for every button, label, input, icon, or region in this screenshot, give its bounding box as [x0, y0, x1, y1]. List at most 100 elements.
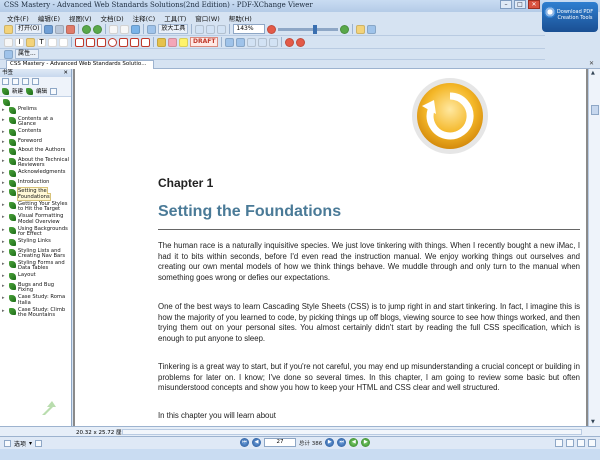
bookmark-item[interactable]: ▸ Styling Lists and Creating Nav Bars — [0, 248, 71, 260]
menu-document[interactable]: 文档(D) — [101, 13, 124, 23]
single-page-view-icon[interactable] — [555, 439, 563, 447]
minimize-button[interactable]: – — [500, 0, 512, 9]
expand-arrow-icon[interactable]: ▸ — [2, 249, 5, 255]
collapse-all-icon[interactable] — [12, 78, 19, 85]
hand-icon[interactable] — [4, 37, 13, 47]
document-viewport[interactable]: Chapter 1 Setting the Foundations The hu… — [73, 69, 600, 426]
link-icon[interactable] — [296, 37, 306, 47]
menu-comments[interactable]: 注释(C) — [133, 13, 156, 23]
expand-arrow-icon[interactable]: ▸ — [2, 308, 5, 314]
layout-icon[interactable] — [35, 440, 43, 447]
previous-page-button[interactable]: ◀ — [252, 438, 261, 447]
single-page-icon[interactable] — [367, 24, 377, 34]
options-button[interactable]: 选项 — [14, 439, 26, 448]
menu-file[interactable]: 文件(F) — [7, 13, 29, 23]
comment-icon[interactable] — [285, 37, 295, 47]
close-panel-icon[interactable]: ✕ — [63, 69, 68, 77]
bookmark-options-icon[interactable] — [50, 87, 58, 95]
menu-edit[interactable]: 编辑(E) — [38, 13, 60, 23]
sticky-note-icon[interactable] — [26, 37, 35, 47]
open-folder-icon[interactable] — [4, 24, 13, 34]
polyline-icon[interactable] — [130, 37, 139, 47]
bookmark-item[interactable]: ▸ Getting Your Styles to Hit the Target — [0, 201, 71, 213]
snapshot-icon[interactable] — [131, 24, 141, 34]
zoom-slider[interactable] — [278, 24, 339, 34]
menu-tools[interactable]: 工具(T) — [164, 13, 186, 23]
bookmark-item[interactable]: ▸ Visual Formatting Model Overview — [0, 213, 71, 225]
zoom-slider-handle[interactable] — [313, 24, 318, 34]
expand-arrow-icon[interactable]: ▸ — [2, 158, 5, 164]
vertical-scrollbar[interactable]: ▲ ▼ — [588, 69, 600, 426]
open-button[interactable]: 打开(O) — [15, 24, 43, 34]
bookmark-item[interactable]: ▸ About the Technical Reviewers — [0, 157, 71, 169]
bookmark-item[interactable]: ▸ Prelims — [0, 106, 71, 115]
zoom-tool-button[interactable]: 放大工具 — [158, 24, 189, 34]
menu-view[interactable]: 视图(V) — [69, 13, 92, 23]
expand-all-icon[interactable] — [2, 78, 9, 85]
new-bookmark-button[interactable]: 新建 — [12, 87, 23, 95]
bookmark-item[interactable]: ▸ Bugs and Bug Fixing — [0, 282, 71, 294]
bookmark-item[interactable]: ▸ Setting the Foundations — [0, 187, 71, 201]
properties-icon[interactable] — [4, 49, 13, 59]
bookmark-item[interactable]: ▸ Acknowledgments — [0, 169, 71, 178]
forward-icon[interactable] — [93, 24, 103, 34]
expand-arrow-icon[interactable]: ▸ — [2, 295, 5, 301]
scroll-up-icon[interactable]: ▲ — [591, 70, 595, 76]
pdf-creation-tools-badge[interactable]: Download PDF Creation Tools — [542, 2, 598, 32]
bookmark-item[interactable]: ▸ Using Backgrounds for Effect — [0, 226, 71, 238]
expand-arrow-icon[interactable]: ▸ — [2, 273, 5, 279]
cloud-icon[interactable] — [141, 37, 150, 47]
oval-icon[interactable] — [108, 37, 117, 47]
bookmark-item[interactable]: ▸ About the Authors — [0, 147, 71, 156]
bookmark-item[interactable]: ▸ Foreword — [0, 138, 71, 147]
eraser-icon[interactable] — [168, 37, 177, 47]
typewriter-icon[interactable]: T — [37, 37, 46, 47]
expand-arrow-icon[interactable]: ▸ — [2, 180, 5, 186]
arrow-icon[interactable] — [86, 37, 95, 47]
expand-arrow-icon[interactable]: ▸ — [2, 148, 5, 154]
expand-arrow-icon[interactable]: ▸ — [2, 170, 5, 176]
continuous-facing-view-icon[interactable] — [588, 439, 596, 447]
line-icon[interactable] — [75, 37, 84, 47]
bookmark-item[interactable]: ▸ Contents at a Glance — [0, 116, 71, 128]
menu-help[interactable]: 帮助(H) — [229, 13, 252, 23]
text-select-icon[interactable]: I — [15, 37, 24, 47]
bookmark-item[interactable]: ▸ Case Study: Climb the Mountains — [0, 307, 71, 319]
first-page-button[interactable]: ⏮ — [240, 438, 249, 447]
zoom-out-icon[interactable] — [267, 24, 277, 34]
perimeter-icon[interactable] — [258, 37, 268, 47]
save-icon[interactable] — [44, 24, 54, 34]
expand-arrow-icon[interactable]: ▸ — [2, 202, 5, 208]
menu-window[interactable]: 窗口(W) — [195, 13, 220, 23]
zoom-icon[interactable] — [147, 24, 157, 34]
vertical-scroll-thumb[interactable] — [591, 105, 599, 115]
pencil-icon[interactable] — [157, 37, 166, 47]
continuous-view-icon[interactable] — [566, 439, 574, 447]
zoom-to-bookmark-icon[interactable] — [22, 78, 29, 85]
horizontal-scrollbar[interactable] — [122, 429, 582, 435]
back-icon[interactable] — [82, 24, 92, 34]
attach-file-icon[interactable] — [225, 37, 235, 47]
edit-bookmark-button[interactable]: 编辑 — [36, 87, 47, 95]
email-icon[interactable] — [66, 24, 76, 34]
last-page-button[interactable]: ⏭ — [337, 438, 347, 447]
expand-arrow-icon[interactable]: ▸ — [2, 283, 5, 289]
bookmark-item[interactable]: ▸ Styling Forms and Data Tables — [0, 260, 71, 272]
rectangle-icon[interactable] — [97, 37, 106, 47]
expand-arrow-icon[interactable]: ▸ — [2, 227, 5, 233]
print-icon[interactable] — [55, 24, 65, 34]
expand-arrow-icon[interactable]: ▸ — [2, 261, 5, 267]
next-page-button[interactable]: ▶ — [325, 438, 335, 447]
bookmark-item[interactable]: ▸ Case Study: Roma Italia — [0, 295, 71, 306]
zoom-level-select[interactable]: 143% — [233, 24, 266, 34]
fit-page-icon[interactable] — [206, 24, 216, 34]
distance-icon[interactable] — [247, 37, 257, 47]
text-box-icon[interactable] — [59, 37, 68, 47]
maximize-button[interactable]: □ — [514, 0, 526, 9]
current-page-input[interactable]: 27 — [264, 438, 296, 447]
forward-view-button[interactable]: ▶ — [361, 438, 371, 447]
expand-arrow-icon[interactable]: ▸ — [2, 139, 5, 145]
area-icon[interactable] — [269, 37, 279, 47]
hand-tool-icon[interactable] — [109, 24, 119, 34]
page-thumb-icon[interactable] — [356, 24, 366, 34]
